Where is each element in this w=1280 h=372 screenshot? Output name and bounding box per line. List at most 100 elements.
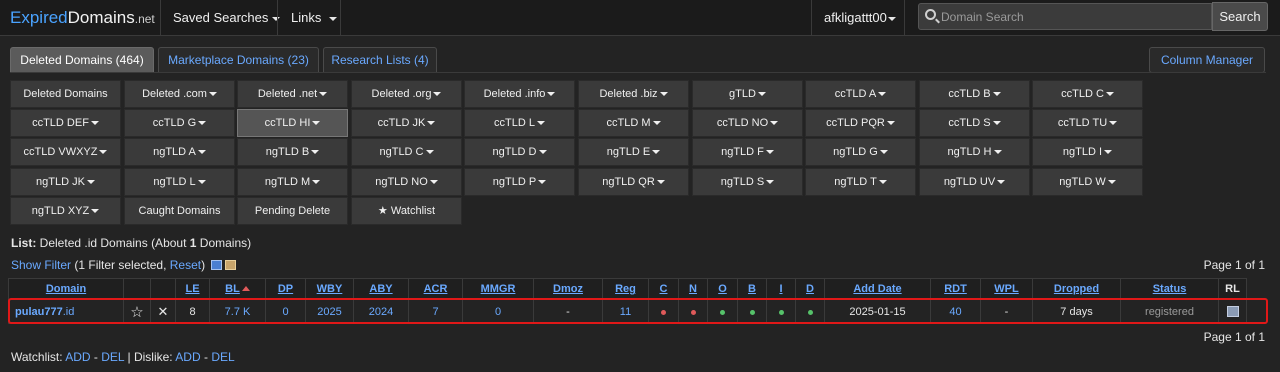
filter-button-ngtld-uv[interactable]: ngTLD UV <box>919 168 1030 196</box>
filter-button-cctld-g[interactable]: ccTLD G <box>124 109 235 137</box>
filter-button-deleted-domains[interactable]: Deleted Domains <box>10 80 121 108</box>
domain-search-input[interactable] <box>941 7 1207 27</box>
filter-button-ngtld-t[interactable]: ngTLD T <box>805 168 916 196</box>
filter-button-ngtld-s[interactable]: ngTLD S <box>692 168 803 196</box>
watchlist-star-icon[interactable]: ☆ <box>123 299 151 324</box>
filter-button-ngtld-d[interactable]: ngTLD D <box>464 138 575 166</box>
filter-button-ngtld-h[interactable]: ngTLD H <box>919 138 1030 166</box>
col-header-wby[interactable]: WBY <box>305 278 354 300</box>
tab-marketplace-domains[interactable]: Marketplace Domains (23) <box>158 47 319 73</box>
nav-divider <box>904 0 905 36</box>
saved-searches-menu[interactable]: Saved Searches <box>173 0 281 36</box>
logo-text-domains: Domains <box>67 8 135 27</box>
dislike-x-icon[interactable]: ✕ <box>150 299 176 324</box>
filter-button-deleted-net[interactable]: Deleted .net <box>237 80 348 108</box>
rdt-cell[interactable]: 40 <box>930 299 981 324</box>
filter-button-ngtld-c[interactable]: ngTLD C <box>351 138 462 166</box>
col-header-add-date[interactable]: Add Date <box>824 278 931 300</box>
filter-button-ngtld-m[interactable]: ngTLD M <box>237 168 348 196</box>
load-filter-icon[interactable] <box>225 260 237 270</box>
filter-button-ngtld-a[interactable]: ngTLD A <box>124 138 235 166</box>
col-header-bl[interactable]: BL <box>209 278 266 300</box>
col-header-acr[interactable]: ACR <box>408 278 463 300</box>
reset-filter-link[interactable]: Reset <box>170 258 201 272</box>
filter-button-ngtld-no[interactable]: ngTLD NO <box>351 168 462 196</box>
filter-button-ngtld-jk[interactable]: ngTLD JK <box>10 168 121 196</box>
wby-cell[interactable]: 2025 <box>305 299 354 324</box>
filter-button-label: ccTLD S <box>948 117 991 129</box>
col-header-o[interactable]: O <box>707 278 738 300</box>
filter-button-ngtld-i[interactable]: ngTLD I <box>1032 138 1143 166</box>
tab-research-lists[interactable]: Research Lists (4) <box>323 47 437 73</box>
mmgr-cell[interactable]: 0 <box>462 299 534 324</box>
filter-button-ngtld-e[interactable]: ngTLD E <box>578 138 689 166</box>
site-logo[interactable]: ExpiredDomains.net <box>10 8 155 28</box>
col-header-dropped[interactable]: Dropped <box>1032 278 1121 300</box>
filter-button-pending-delete[interactable]: Pending Delete <box>237 197 348 225</box>
filter-button-deleted-biz[interactable]: Deleted .biz <box>578 80 689 108</box>
filter-button-cctld-s[interactable]: ccTLD S <box>919 109 1030 137</box>
col-header-i[interactable]: I <box>766 278 796 300</box>
filter-button-ngtld-w[interactable]: ngTLD W <box>1032 168 1143 196</box>
filter-button-deleted-com[interactable]: Deleted .com <box>124 80 235 108</box>
col-header-n[interactable]: N <box>678 278 708 300</box>
dislike-add-link[interactable]: ADD <box>175 350 200 364</box>
filter-button-cctld-pqr[interactable]: ccTLD PQR <box>805 109 916 137</box>
filter-button-cctld-hi[interactable]: ccTLD HI <box>237 109 348 137</box>
domain-cell[interactable]: pulau777.id <box>8 299 124 324</box>
filter-button-cctld-a[interactable]: ccTLD A <box>805 80 916 108</box>
search-button[interactable]: Search <box>1212 2 1268 31</box>
filter-button-ngtld-xyz[interactable]: ngTLD XYZ <box>10 197 121 225</box>
filter-button-cctld-l[interactable]: ccTLD L <box>464 109 575 137</box>
dp-cell[interactable]: 0 <box>265 299 306 324</box>
filter-button-ngtld-p[interactable]: ngTLD P <box>464 168 575 196</box>
watchlist-add-link[interactable]: ADD <box>65 350 90 364</box>
acr-cell[interactable]: 7 <box>408 299 463 324</box>
col-header-mmgr[interactable]: MMGR <box>462 278 534 300</box>
col-header-b[interactable]: B <box>737 278 767 300</box>
filter-button-cctld-no[interactable]: ccTLD NO <box>692 109 803 137</box>
col-header-dmoz[interactable]: Dmoz <box>533 278 603 300</box>
col-header-dp[interactable]: DP <box>265 278 306 300</box>
save-filter-icon[interactable] <box>211 260 223 270</box>
show-filter-link[interactable]: Show Filter <box>11 258 71 272</box>
rl-cell[interactable] <box>1218 299 1247 324</box>
filter-button-deleted-org[interactable]: Deleted .org <box>351 80 462 108</box>
filter-button-ngtld-l[interactable]: ngTLD L <box>124 168 235 196</box>
col-header-le[interactable]: LE <box>175 278 210 300</box>
filter-button-cctld-def[interactable]: ccTLD DEF <box>10 109 121 137</box>
col-header-rdt[interactable]: RDT <box>930 278 981 300</box>
column-manager-button[interactable]: Column Manager <box>1149 47 1265 73</box>
col-header-c[interactable]: C <box>648 278 679 300</box>
filter-button-watchlist[interactable]: ★ Watchlist <box>351 197 462 225</box>
filter-button-gtld[interactable]: gTLD <box>692 80 803 108</box>
col-header-wpl[interactable]: WPL <box>980 278 1033 300</box>
filter-button-ngtld-f[interactable]: ngTLD F <box>692 138 803 166</box>
tab-deleted-domains[interactable]: Deleted Domains (464) <box>10 47 154 73</box>
col-header-aby[interactable]: ABY <box>353 278 409 300</box>
filter-button-cctld-vwxyz[interactable]: ccTLD VWXYZ <box>10 138 121 166</box>
col-header-domain[interactable]: Domain <box>8 278 124 300</box>
filter-button-deleted-info[interactable]: Deleted .info <box>464 80 575 108</box>
col-header-status[interactable]: Status <box>1120 278 1219 300</box>
watchlist-del-link[interactable]: DEL <box>101 350 124 364</box>
filter-button-ngtld-b[interactable]: ngTLD B <box>237 138 348 166</box>
links-menu[interactable]: Links <box>291 0 338 36</box>
filter-button-cctld-jk[interactable]: ccTLD JK <box>351 109 462 137</box>
dislike-del-link[interactable]: DEL <box>211 350 234 364</box>
filter-button-cctld-m[interactable]: ccTLD M <box>578 109 689 137</box>
chevron-down-icon <box>992 121 1001 126</box>
user-menu[interactable]: afkligattt00 <box>824 0 896 36</box>
chevron-down-icon <box>433 92 442 97</box>
reg-cell[interactable]: 11 <box>602 299 649 324</box>
filter-button-caught-domains[interactable]: Caught Domains <box>124 197 235 225</box>
filter-button-cctld-c[interactable]: ccTLD C <box>1032 80 1143 108</box>
bl-cell[interactable]: 7.7 K <box>209 299 266 324</box>
col-header-d[interactable]: D <box>795 278 825 300</box>
filter-button-ngtld-g[interactable]: ngTLD G <box>805 138 916 166</box>
col-header-reg[interactable]: Reg <box>602 278 649 300</box>
filter-button-cctld-tu[interactable]: ccTLD TU <box>1032 109 1143 137</box>
filter-button-cctld-b[interactable]: ccTLD B <box>919 80 1030 108</box>
filter-button-ngtld-qr[interactable]: ngTLD QR <box>578 168 689 196</box>
aby-cell[interactable]: 2024 <box>353 299 409 324</box>
